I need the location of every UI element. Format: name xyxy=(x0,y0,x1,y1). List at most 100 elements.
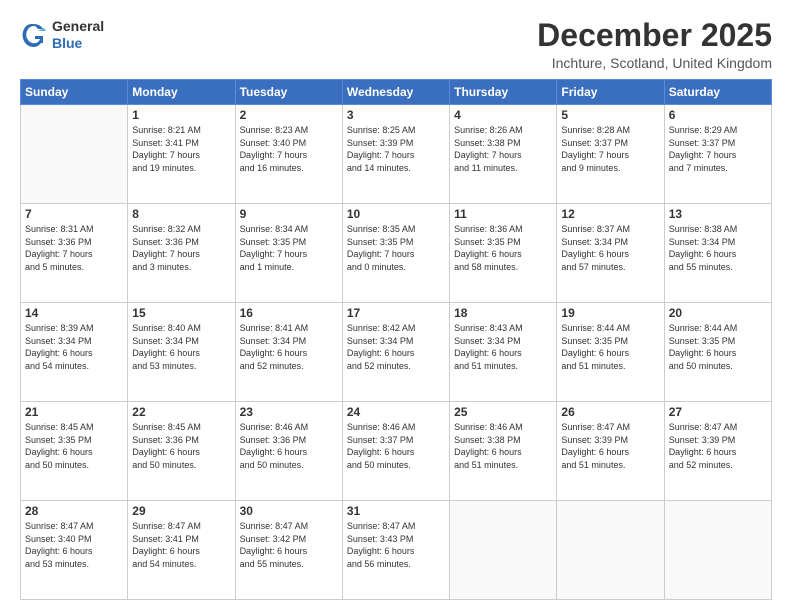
calendar-cell xyxy=(557,501,664,600)
day-number: 15 xyxy=(132,306,230,320)
calendar-cell: 12 Sunrise: 8:37 AM Sunset: 3:34 PM Dayli… xyxy=(557,204,664,303)
calendar-cell: 13 Sunrise: 8:38 AM Sunset: 3:34 PM Dayli… xyxy=(664,204,771,303)
day-info: Sunrise: 8:47 AM Sunset: 3:41 PM Dayligh… xyxy=(132,520,230,570)
calendar-week-row: 1Sunrise: 8:21 AM Sunset: 3:41 PM Daylig… xyxy=(21,105,772,204)
calendar-cell: 5Sunrise: 8:28 AM Sunset: 3:37 PM Daylig… xyxy=(557,105,664,204)
day-info: Sunrise: 8:32 AM Sunset: 3:36 PM Dayligh… xyxy=(132,223,230,273)
day-info: Sunrise: 8:41 AM Sunset: 3:34 PM Dayligh… xyxy=(240,322,338,372)
title-block: December 2025 Inchture, Scotland, United… xyxy=(537,18,772,71)
month-title: December 2025 xyxy=(537,18,772,53)
day-info: Sunrise: 8:46 AM Sunset: 3:37 PM Dayligh… xyxy=(347,421,445,471)
day-number: 10 xyxy=(347,207,445,221)
logo-icon xyxy=(20,21,48,49)
day-info: Sunrise: 8:45 AM Sunset: 3:35 PM Dayligh… xyxy=(25,421,123,471)
day-info: Sunrise: 8:29 AM Sunset: 3:37 PM Dayligh… xyxy=(669,124,767,174)
logo-blue: Blue xyxy=(52,35,104,52)
day-of-week-header: Friday xyxy=(557,80,664,105)
header: General Blue December 2025 Inchture, Sco… xyxy=(20,18,772,71)
day-info: Sunrise: 8:40 AM Sunset: 3:34 PM Dayligh… xyxy=(132,322,230,372)
calendar-cell: 25 Sunrise: 8:46 AM Sunset: 3:38 PM Dayli… xyxy=(450,402,557,501)
day-info: Sunrise: 8:47 AM Sunset: 3:43 PM Dayligh… xyxy=(347,520,445,570)
calendar-cell: 11 Sunrise: 8:36 AM Sunset: 3:35 PM Dayli… xyxy=(450,204,557,303)
day-of-week-header: Monday xyxy=(128,80,235,105)
page: General Blue December 2025 Inchture, Sco… xyxy=(0,0,792,612)
calendar-week-row: 7 Sunrise: 8:31 AM Sunset: 3:36 PM Daylig… xyxy=(21,204,772,303)
day-number: 13 xyxy=(669,207,767,221)
day-number: 7 xyxy=(25,207,123,221)
calendar-body: 1Sunrise: 8:21 AM Sunset: 3:41 PM Daylig… xyxy=(21,105,772,600)
calendar-cell: 15 Sunrise: 8:40 AM Sunset: 3:34 PM Dayli… xyxy=(128,303,235,402)
day-number: 16 xyxy=(240,306,338,320)
calendar-cell: 1Sunrise: 8:21 AM Sunset: 3:41 PM Daylig… xyxy=(128,105,235,204)
day-number: 27 xyxy=(669,405,767,419)
calendar-cell: 19Sunrise: 8:44 AM Sunset: 3:35 PM Dayli… xyxy=(557,303,664,402)
day-number: 8 xyxy=(132,207,230,221)
calendar-cell: 8 Sunrise: 8:32 AM Sunset: 3:36 PM Daylig… xyxy=(128,204,235,303)
day-number: 26 xyxy=(561,405,659,419)
logo-text: General Blue xyxy=(52,18,104,52)
calendar-cell: 21 Sunrise: 8:45 AM Sunset: 3:35 PM Dayli… xyxy=(21,402,128,501)
calendar-week-row: 21 Sunrise: 8:45 AM Sunset: 3:35 PM Dayli… xyxy=(21,402,772,501)
day-info: Sunrise: 8:47 AM Sunset: 3:42 PM Dayligh… xyxy=(240,520,338,570)
calendar-cell: 17 Sunrise: 8:42 AM Sunset: 3:34 PM Dayli… xyxy=(342,303,449,402)
day-number: 12 xyxy=(561,207,659,221)
day-info: Sunrise: 8:42 AM Sunset: 3:34 PM Dayligh… xyxy=(347,322,445,372)
day-info: Sunrise: 8:44 AM Sunset: 3:35 PM Dayligh… xyxy=(669,322,767,372)
day-info: Sunrise: 8:36 AM Sunset: 3:35 PM Dayligh… xyxy=(454,223,552,273)
header-row: SundayMondayTuesdayWednesdayThursdayFrid… xyxy=(21,80,772,105)
logo: General Blue xyxy=(20,18,104,52)
day-number: 1 xyxy=(132,108,230,122)
calendar-cell: 30Sunrise: 8:47 AM Sunset: 3:42 PM Dayli… xyxy=(235,501,342,600)
day-number: 3 xyxy=(347,108,445,122)
day-number: 31 xyxy=(347,504,445,518)
calendar-table: SundayMondayTuesdayWednesdayThursdayFrid… xyxy=(20,79,772,600)
day-info: Sunrise: 8:46 AM Sunset: 3:36 PM Dayligh… xyxy=(240,421,338,471)
day-info: Sunrise: 8:38 AM Sunset: 3:34 PM Dayligh… xyxy=(669,223,767,273)
calendar-cell xyxy=(21,105,128,204)
calendar-cell: 20Sunrise: 8:44 AM Sunset: 3:35 PM Dayli… xyxy=(664,303,771,402)
calendar-cell: 26 Sunrise: 8:47 AM Sunset: 3:39 PM Dayli… xyxy=(557,402,664,501)
day-of-week-header: Wednesday xyxy=(342,80,449,105)
calendar-cell: 7 Sunrise: 8:31 AM Sunset: 3:36 PM Daylig… xyxy=(21,204,128,303)
day-number: 14 xyxy=(25,306,123,320)
calendar-cell: 24Sunrise: 8:46 AM Sunset: 3:37 PM Dayli… xyxy=(342,402,449,501)
day-number: 28 xyxy=(25,504,123,518)
day-info: Sunrise: 8:31 AM Sunset: 3:36 PM Dayligh… xyxy=(25,223,123,273)
day-number: 6 xyxy=(669,108,767,122)
day-info: Sunrise: 8:46 AM Sunset: 3:38 PM Dayligh… xyxy=(454,421,552,471)
logo-general: General xyxy=(52,18,104,35)
calendar-cell: 14 Sunrise: 8:39 AM Sunset: 3:34 PM Dayli… xyxy=(21,303,128,402)
day-number: 9 xyxy=(240,207,338,221)
calendar-cell: 18 Sunrise: 8:43 AM Sunset: 3:34 PM Dayli… xyxy=(450,303,557,402)
day-number: 18 xyxy=(454,306,552,320)
calendar-cell: 4Sunrise: 8:26 AM Sunset: 3:38 PM Daylig… xyxy=(450,105,557,204)
day-info: Sunrise: 8:25 AM Sunset: 3:39 PM Dayligh… xyxy=(347,124,445,174)
calendar-header: SundayMondayTuesdayWednesdayThursdayFrid… xyxy=(21,80,772,105)
day-number: 25 xyxy=(454,405,552,419)
day-info: Sunrise: 8:37 AM Sunset: 3:34 PM Dayligh… xyxy=(561,223,659,273)
calendar-cell: 31 Sunrise: 8:47 AM Sunset: 3:43 PM Dayli… xyxy=(342,501,449,600)
calendar-cell: 3 Sunrise: 8:25 AM Sunset: 3:39 PM Daylig… xyxy=(342,105,449,204)
calendar-cell: 29Sunrise: 8:47 AM Sunset: 3:41 PM Dayli… xyxy=(128,501,235,600)
day-info: Sunrise: 8:23 AM Sunset: 3:40 PM Dayligh… xyxy=(240,124,338,174)
day-number: 21 xyxy=(25,405,123,419)
calendar-cell xyxy=(450,501,557,600)
calendar-cell: 23Sunrise: 8:46 AM Sunset: 3:36 PM Dayli… xyxy=(235,402,342,501)
day-info: Sunrise: 8:39 AM Sunset: 3:34 PM Dayligh… xyxy=(25,322,123,372)
location: Inchture, Scotland, United Kingdom xyxy=(537,55,772,71)
day-number: 4 xyxy=(454,108,552,122)
day-of-week-header: Thursday xyxy=(450,80,557,105)
calendar-week-row: 28Sunrise: 8:47 AM Sunset: 3:40 PM Dayli… xyxy=(21,501,772,600)
day-of-week-header: Saturday xyxy=(664,80,771,105)
day-info: Sunrise: 8:47 AM Sunset: 3:39 PM Dayligh… xyxy=(561,421,659,471)
calendar-cell: 2 Sunrise: 8:23 AM Sunset: 3:40 PM Daylig… xyxy=(235,105,342,204)
calendar-cell: 28Sunrise: 8:47 AM Sunset: 3:40 PM Dayli… xyxy=(21,501,128,600)
day-info: Sunrise: 8:45 AM Sunset: 3:36 PM Dayligh… xyxy=(132,421,230,471)
calendar-cell: 16 Sunrise: 8:41 AM Sunset: 3:34 PM Dayli… xyxy=(235,303,342,402)
day-number: 17 xyxy=(347,306,445,320)
calendar-cell: 10Sunrise: 8:35 AM Sunset: 3:35 PM Dayli… xyxy=(342,204,449,303)
day-number: 2 xyxy=(240,108,338,122)
day-number: 11 xyxy=(454,207,552,221)
day-info: Sunrise: 8:47 AM Sunset: 3:39 PM Dayligh… xyxy=(669,421,767,471)
day-info: Sunrise: 8:43 AM Sunset: 3:34 PM Dayligh… xyxy=(454,322,552,372)
